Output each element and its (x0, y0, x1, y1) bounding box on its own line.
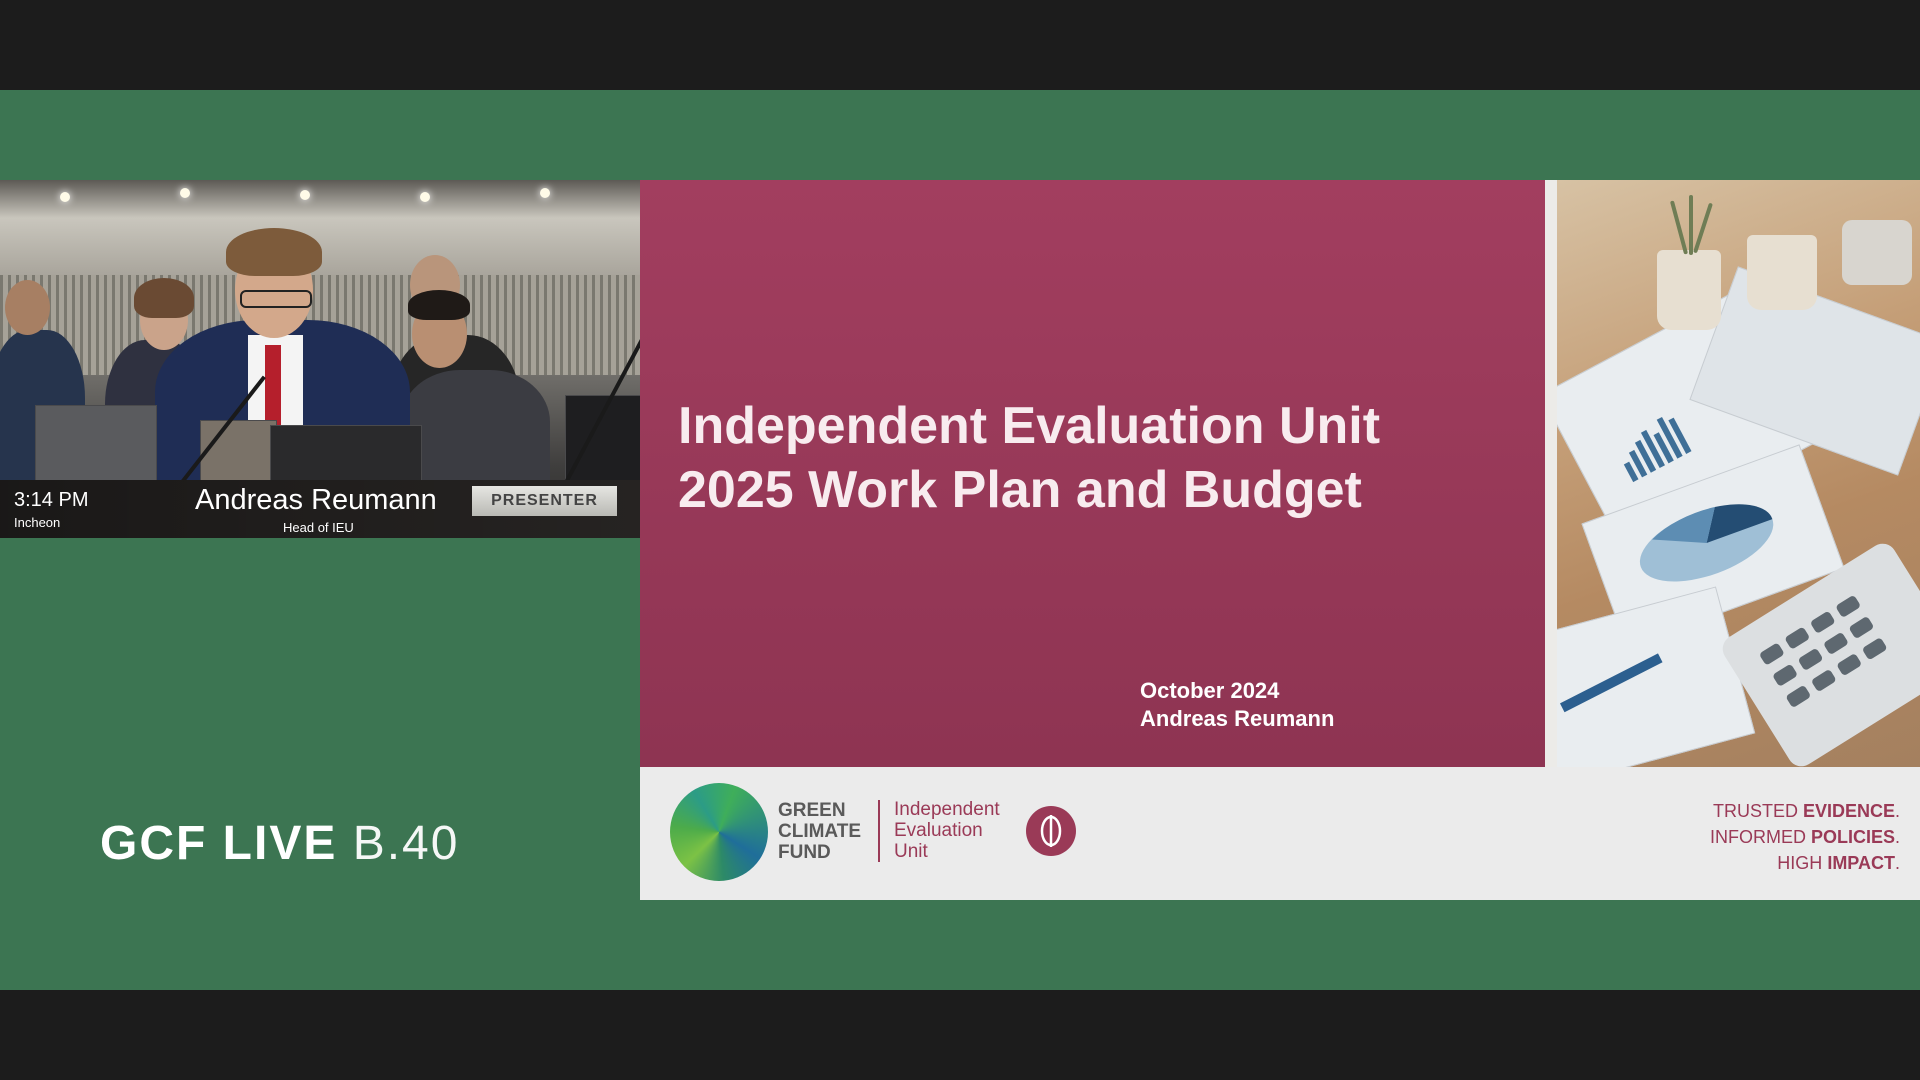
tagline-line-1: TRUSTED EVIDENCE. (1710, 798, 1900, 824)
video-ceiling-light (180, 188, 190, 198)
video-ceiling-light (420, 192, 430, 202)
tagline-prefix: HIGH (1777, 853, 1828, 873)
tagline-prefix: INFORMED (1709, 827, 1811, 847)
ieu-emblem-glyph (1040, 815, 1062, 847)
gcf-wordmark-line-3: FUND (778, 842, 831, 863)
tagline-line-2: INFORMED POLICIES. (1710, 824, 1900, 850)
video-ceiling-light (540, 188, 550, 198)
tagline-line-3: HIGH IMPACT. (1710, 850, 1900, 876)
tagline-suffix: . (1894, 801, 1900, 821)
video-speaker-glasses (240, 290, 312, 308)
video-attendee-head (5, 280, 50, 335)
tagline-suffix: . (1894, 827, 1900, 847)
logo-divider (878, 800, 880, 862)
gcf-wordmark: GREEN CLIMATE FUND (778, 800, 861, 863)
video-attendee-hair (134, 278, 194, 318)
video-ceiling-light (60, 192, 70, 202)
gcf-wordmark-line-2: CLIMATE (778, 821, 862, 842)
video-speaker-hair (226, 228, 322, 276)
tagline-emphasis: POLICIES (1810, 827, 1895, 847)
gcf-live-logo-main: GCF LIVE (100, 817, 338, 870)
gcf-live-logo: GCF LIVE B.40 (100, 816, 459, 871)
broadcast-location: Incheon (14, 515, 61, 530)
presenter-nameplate: PRESENTER (472, 486, 617, 516)
gcf-live-logo-session: B.40 (352, 817, 460, 870)
gcf-wordmark-line-1: GREEN (778, 800, 846, 821)
speaker-title: Head of IEU (283, 520, 354, 535)
video-ceiling-light (300, 190, 310, 200)
tagline-suffix: . (1894, 853, 1900, 873)
slide-footer-content: GREEN CLIMATE FUND Independent Evaluatio… (640, 180, 1920, 900)
ieu-wordmark-line-3: Unit (894, 841, 928, 862)
gcf-globe-logo (670, 783, 768, 881)
ieu-wordmark-line-1: Independent (894, 799, 1000, 820)
tagline-emphasis: EVIDENCE (1802, 801, 1895, 821)
video-laptop (35, 405, 157, 487)
letterbox-top (0, 0, 1920, 90)
ieu-wordmark: Independent Evaluation Unit (894, 799, 1000, 862)
speaker-name: Andreas Reumann (195, 484, 437, 516)
ieu-wordmark-line-2: Evaluation (894, 820, 983, 841)
broadcast-time: 3:14 PM (14, 489, 89, 511)
letterbox-bottom (0, 990, 1920, 1080)
ieu-emblem-icon (1026, 806, 1076, 856)
speaker-video-feed: 3:14 PM Incheon Andreas Reumann Head of … (0, 180, 640, 538)
video-attendee-hair (408, 290, 470, 320)
tagline-prefix: TRUSTED (1712, 801, 1803, 821)
tagline-emphasis: IMPACT (1827, 853, 1895, 873)
ieu-tagline: TRUSTED EVIDENCE. INFORMED POLICIES. HIG… (1710, 798, 1900, 876)
